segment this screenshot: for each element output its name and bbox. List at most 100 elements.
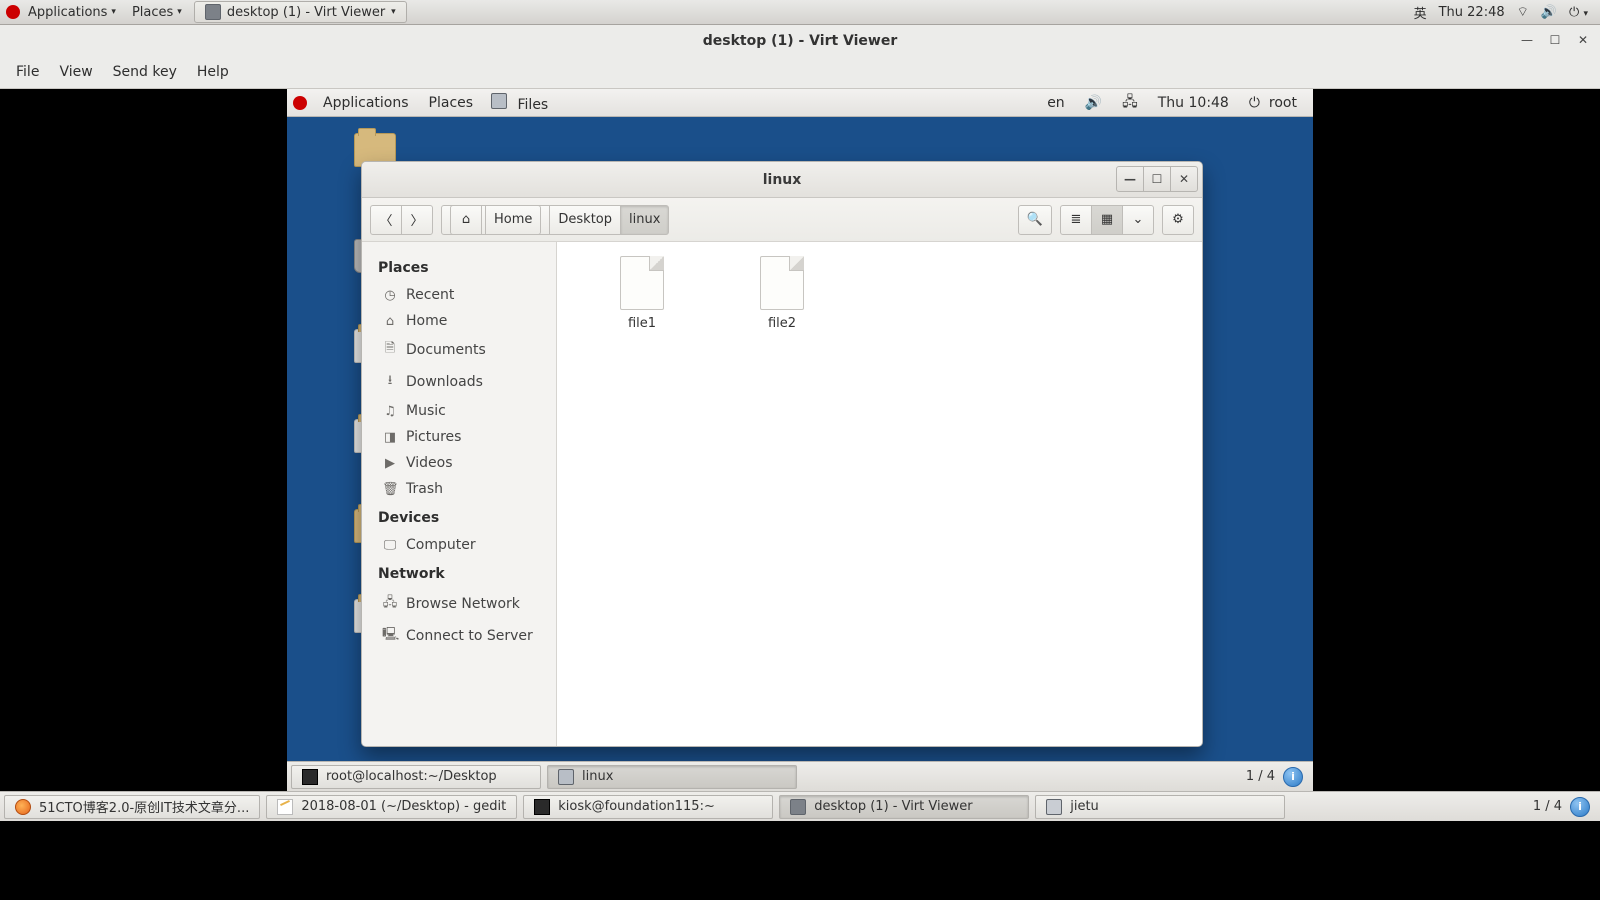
- server-icon: 🖳: [382, 625, 398, 647]
- recent-icon: ◷: [382, 288, 398, 303]
- chevron-down-icon: ▾: [391, 7, 396, 17]
- chevron-down-icon: ▾: [111, 7, 116, 17]
- guest-task-files[interactable]: linux: [547, 765, 797, 789]
- host-places-menu[interactable]: Places ▾: [124, 5, 190, 20]
- chevron-down-icon: ▾: [177, 7, 182, 17]
- nautilus-sidebar: Places ◷Recent ⌂Home 🗎Documents ⭳Downloa…: [362, 242, 557, 746]
- window-maximize-button[interactable]: ☐: [1143, 166, 1171, 192]
- sidebar-item-recent[interactable]: ◷ Recent: [362, 282, 556, 308]
- sidebar-item-trash[interactable]: 🗑Trash: [362, 476, 556, 502]
- label: Computer: [406, 537, 476, 553]
- sidebar-item-music[interactable]: ♫ Music: [362, 398, 556, 424]
- window-maximize-button[interactable]: ☐: [1544, 31, 1566, 49]
- guest-user-menu[interactable]: ⏻ root: [1239, 95, 1307, 111]
- search-button[interactable]: 🔍: [1018, 205, 1052, 235]
- crumb-home[interactable]: ⌂ Home: [441, 205, 550, 235]
- guest-volume-icon[interactable]: 🔊: [1075, 95, 1112, 111]
- nautilus-titlebar[interactable]: linux — ☐ ✕: [362, 162, 1202, 198]
- window-close-button[interactable]: ✕: [1572, 31, 1594, 49]
- guest-desktop[interactable]: Applications Places Files en 🔊 🖧 Thu 10:…: [287, 89, 1313, 791]
- host-task-jietu[interactable]: jietu: [1035, 795, 1285, 819]
- nautilus-window: linux — ☐ ✕ 〈 〉 ⌂ Home Desktop: [361, 161, 1203, 747]
- view-grid-button[interactable]: ▦: [1091, 205, 1123, 235]
- sidebar-item-browse-network[interactable]: 🖧 Browse Network: [362, 588, 556, 620]
- nautilus-title: linux: [763, 172, 802, 188]
- file-icon: [620, 256, 664, 310]
- label: Music: [406, 403, 446, 419]
- file-item[interactable]: file1: [597, 256, 687, 331]
- sidebar-item-videos[interactable]: ▶Videos: [362, 450, 556, 476]
- power-menu[interactable]: ⏻ ▾: [1563, 5, 1594, 20]
- guest-focused-app[interactable]: Files: [483, 91, 556, 115]
- network-icon: 🖧: [382, 593, 398, 615]
- sidebar-item-documents[interactable]: 🗎Documents: [362, 334, 556, 366]
- guest-top-panel: Applications Places Files en 🔊 🖧 Thu 10:…: [287, 89, 1313, 117]
- menu-help[interactable]: Help: [187, 60, 239, 84]
- label: 1 / 4: [1246, 769, 1275, 784]
- documents-icon: 🗎: [382, 339, 398, 361]
- sidebar-item-connect-server[interactable]: 🖳 Connect to Server: [362, 620, 556, 652]
- virt-viewer-title: desktop (1) - Virt Viewer: [0, 25, 1600, 49]
- window-minimize-button[interactable]: —: [1516, 31, 1538, 49]
- trash-icon: 🗑: [382, 482, 398, 497]
- label: Home: [406, 313, 447, 329]
- guest-task-terminal[interactable]: root@localhost:~/Desktop: [291, 765, 541, 789]
- sidebar-item-pictures[interactable]: ◨Pictures: [362, 424, 556, 450]
- label: Places: [132, 5, 173, 20]
- firefox-icon: [15, 799, 31, 815]
- host-panel-window-button[interactable]: desktop (1) - Virt Viewer ▾: [194, 1, 407, 23]
- window-minimize-button[interactable]: —: [1116, 166, 1144, 192]
- sidebar-item-computer[interactable]: 🖵Computer: [362, 532, 556, 558]
- view-list-button[interactable]: ≣: [1060, 205, 1092, 235]
- label: Recent: [406, 287, 454, 303]
- host-top-panel: Applications ▾ Places ▾ desktop (1) - Vi…: [0, 0, 1600, 25]
- menu-view[interactable]: View: [49, 60, 102, 84]
- guest-workspace-indicator[interactable]: 1 / 4 i: [1240, 767, 1309, 787]
- host-clock[interactable]: Thu 22:48: [1433, 5, 1511, 20]
- guest-network-icon[interactable]: 🖧: [1112, 91, 1148, 115]
- nav-buttons: 〈 〉: [370, 205, 433, 235]
- distro-logo-icon: [293, 96, 307, 110]
- view-more-button[interactable]: ⌄: [1122, 205, 1154, 235]
- view-switcher: ≣ ▦ ⌄: [1060, 205, 1154, 235]
- host-workspace-indicator[interactable]: 1 / 4 i: [1527, 797, 1596, 817]
- workspace-badge-icon: i: [1283, 767, 1303, 787]
- window-close-button[interactable]: ✕: [1170, 166, 1198, 192]
- volume-icon[interactable]: 🔊: [1535, 5, 1563, 20]
- downloads-icon: ⭳: [382, 371, 398, 393]
- label: Browse Network: [406, 596, 520, 612]
- file-item[interactable]: file2: [737, 256, 827, 331]
- guest-applications-menu[interactable]: Applications: [313, 95, 419, 111]
- app-icon: [1046, 799, 1062, 815]
- menu-file[interactable]: File: [6, 60, 49, 84]
- files-app-icon: [491, 93, 507, 109]
- host-task-firefox[interactable]: 51CTO博客2.0-原创IT技术文章分...: [4, 795, 260, 819]
- virt-viewer-icon: [790, 799, 806, 815]
- host-task-terminal[interactable]: kiosk@foundation115:~: [523, 795, 773, 819]
- guest-clock[interactable]: Thu 10:48: [1148, 95, 1239, 111]
- guest-lang-indicator[interactable]: en: [1037, 95, 1075, 111]
- virt-viewer-menubar: File View Send key Help: [6, 60, 239, 84]
- sidebar-item-home[interactable]: ⌂Home: [362, 308, 556, 334]
- forward-button[interactable]: 〉: [401, 205, 433, 235]
- gear-icon: ⚙: [1172, 212, 1184, 227]
- host-task-virtviewer[interactable]: desktop (1) - Virt Viewer: [779, 795, 1029, 819]
- terminal-icon: [534, 799, 550, 815]
- back-button[interactable]: 〈: [370, 205, 402, 235]
- menu-sendkey[interactable]: Send key: [103, 60, 187, 84]
- guest-places-menu[interactable]: Places: [419, 95, 484, 111]
- power-icon: ⏻: [1249, 95, 1260, 111]
- ime-indicator[interactable]: 英: [1408, 3, 1433, 22]
- label: Connect to Server: [406, 628, 533, 644]
- sidebar-item-downloads[interactable]: ⭳Downloads: [362, 366, 556, 398]
- host-applications-menu[interactable]: Applications ▾: [20, 5, 124, 20]
- videos-icon: ▶: [382, 456, 398, 471]
- host-task-gedit[interactable]: 2018-08-01 (~/Desktop) - gedit: [266, 795, 517, 819]
- gear-menu-button[interactable]: ⚙: [1162, 205, 1194, 235]
- music-icon: ♫: [382, 404, 398, 419]
- crumb-desktop[interactable]: Desktop: [549, 205, 621, 235]
- wifi-icon[interactable]: ⌔: [1511, 4, 1535, 20]
- files-app-icon: [558, 769, 574, 785]
- nautilus-content[interactable]: file1 file2: [557, 242, 1202, 746]
- crumb-linux[interactable]: linux: [620, 205, 669, 235]
